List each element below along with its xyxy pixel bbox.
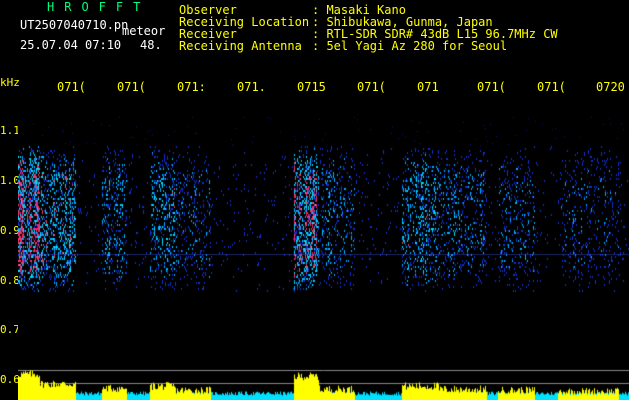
frequency-unit-label: kHz [0, 76, 20, 89]
file-type-label: meteor [122, 24, 166, 38]
file-name: UT2507040710.pn [20, 18, 129, 32]
time-tick-label: 071( [537, 80, 566, 94]
freq-tick-label: 0.9 [0, 224, 20, 237]
signal-histogram [18, 366, 629, 400]
freq-tick-label: 0.6 [0, 373, 20, 386]
time-tick-label: 071: [177, 80, 206, 94]
time-tick-label: 071( [57, 80, 86, 94]
time-tick-label: 0720 [596, 80, 625, 94]
capture-value: 48. [140, 38, 162, 52]
time-tick-label: 071( [117, 80, 146, 94]
time-tick-label: 071( [357, 80, 386, 94]
time-tick-label: 071. [237, 80, 266, 94]
time-tick-label: 071 [417, 80, 439, 94]
freq-tick-label: 0.7 [0, 323, 20, 336]
info-row-antenna: Receiving Antenna : 5el Yagi Az 280 for S… [179, 40, 507, 53]
time-tick-label: 071( [477, 80, 506, 94]
freq-tick-label: 1.1 [0, 124, 20, 137]
app-logo: HROFFT [47, 0, 151, 14]
info-value: : 5el Yagi Az 280 for Seoul [312, 39, 508, 53]
spectrogram-plot [18, 96, 629, 366]
time-tick-label: 0715 [297, 80, 326, 94]
capture-datetime: 25.07.04 07:10 [20, 38, 122, 52]
info-label: Receiving Antenna [179, 39, 302, 53]
freq-tick-label: 1.0 [0, 174, 20, 187]
freq-tick-label: 0.8 [0, 274, 20, 287]
